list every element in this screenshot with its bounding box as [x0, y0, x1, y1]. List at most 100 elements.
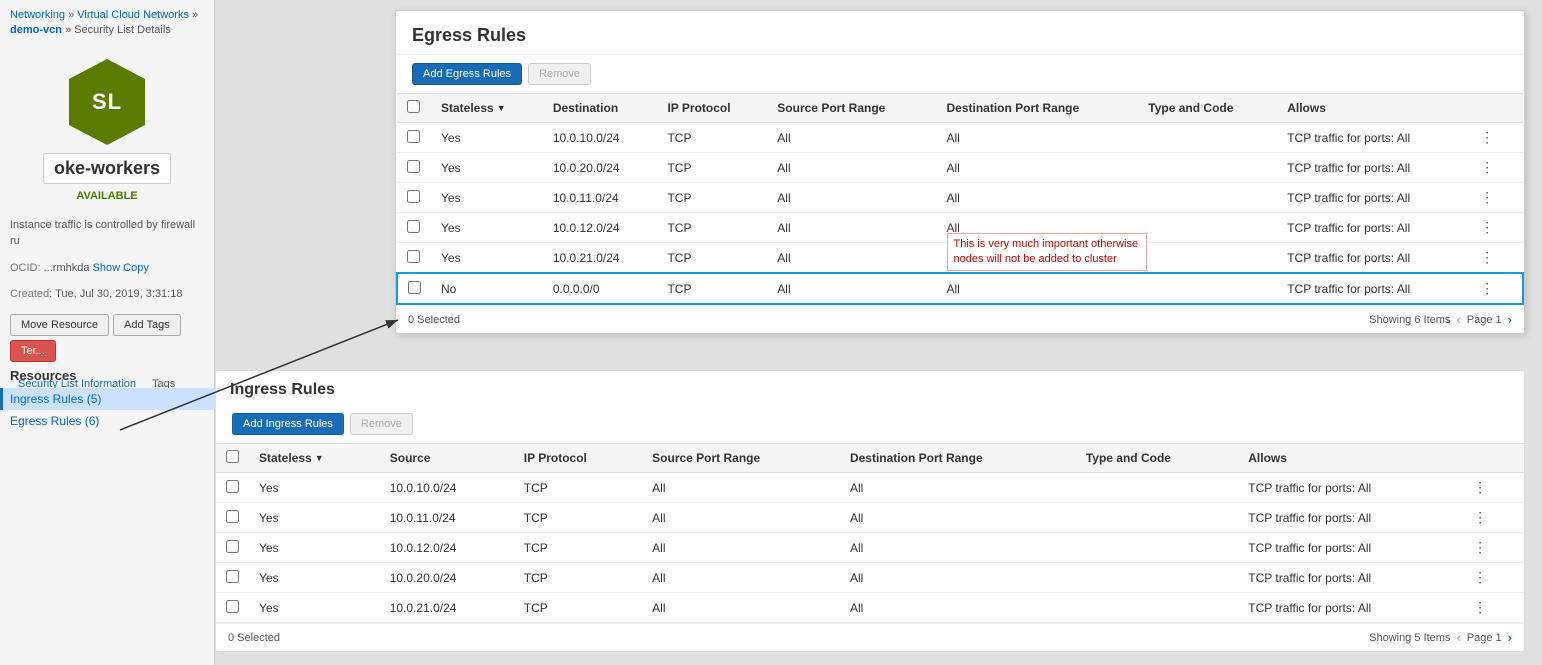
row-source-port-range: All [767, 213, 936, 243]
row-checkbox-cell [397, 213, 431, 243]
move-resource-button[interactable]: Move Resource [10, 314, 109, 336]
row-source-port-range: All [642, 533, 840, 563]
row-stateless: Yes [249, 473, 380, 503]
row-destination: 10.0.20.0/24 [543, 153, 658, 183]
ocid-copy-link[interactable]: Copy [123, 262, 149, 274]
ingress-remove-button[interactable]: Remove [350, 413, 413, 435]
row-kebab-menu[interactable]: ⋮ [1459, 563, 1524, 593]
row-stateless: No [431, 273, 543, 304]
row-checkbox-cell [397, 243, 431, 274]
row-checkbox[interactable] [226, 600, 239, 613]
ingress-col-stateless[interactable]: Stateless ▼ [249, 444, 380, 473]
row-type-code [1138, 123, 1277, 153]
row-ip-protocol: TCP [657, 183, 767, 213]
row-source-port-range: All [642, 563, 840, 593]
row-source-port-range: All [642, 593, 840, 623]
ingress-section-title: Ingress Rules [216, 371, 1524, 405]
row-stateless: Yes [431, 153, 543, 183]
annotation-box: This is very much important otherwise no… [947, 233, 1147, 272]
row-ip-protocol: TCP [514, 503, 642, 533]
row-dest-port-range: All [937, 273, 1139, 304]
egress-showing: Showing 6 Items [1369, 314, 1450, 326]
ingress-prev-page[interactable]: ‹ [1456, 630, 1460, 645]
egress-next-page[interactable]: › [1508, 312, 1512, 327]
ingress-select-all-checkbox[interactable] [226, 450, 239, 463]
created-section: Created: Tue, Jul 30, 2019, 3:31:18 [0, 281, 214, 308]
ingress-table-row: Yes 10.0.12.0/24 TCP All All TCP traffic… [216, 533, 1524, 563]
egress-panel: Egress Rules Add Egress Rules Remove Sta… [395, 10, 1525, 334]
ingress-col-source-port-range: Source Port Range [642, 444, 840, 473]
row-checkbox[interactable] [408, 281, 421, 294]
row-type-code [1076, 533, 1238, 563]
row-source-port-range: All [767, 183, 936, 213]
row-checkbox[interactable] [226, 480, 239, 493]
row-source-port-range: All [642, 473, 840, 503]
row-checkbox[interactable] [226, 540, 239, 553]
ingress-rules-link[interactable]: Ingress Rules (5) [0, 388, 215, 410]
row-kebab-menu[interactable]: ⋮ [1466, 123, 1523, 153]
ingress-table-row: Yes 10.0.20.0/24 TCP All All TCP traffic… [216, 563, 1524, 593]
ocid-show-link[interactable]: Show [93, 262, 121, 274]
row-checkbox[interactable] [407, 160, 420, 173]
row-dest-port-range: All [840, 593, 1076, 623]
egress-table-row: Yes 10.0.12.0/24 TCP All All This is ver… [397, 213, 1523, 243]
row-source-port-range: All [767, 243, 936, 274]
row-checkbox[interactable] [407, 220, 420, 233]
egress-prev-page[interactable]: ‹ [1456, 312, 1460, 327]
row-checkbox[interactable] [407, 190, 420, 203]
row-ip-protocol: TCP [514, 473, 642, 503]
breadcrumb-networking[interactable]: Networking [10, 9, 65, 21]
ingress-col-source: Source [380, 444, 514, 473]
add-ingress-rules-button[interactable]: Add Ingress Rules [232, 413, 344, 435]
row-type-code [1138, 273, 1277, 304]
breadcrumb-vcn[interactable]: Virtual Cloud Networks [77, 9, 189, 21]
row-checkbox[interactable] [407, 130, 420, 143]
row-type-code [1076, 563, 1238, 593]
row-dest-port-range: All [937, 153, 1139, 183]
row-kebab-menu[interactable]: ⋮ [1459, 533, 1524, 563]
egress-select-all-checkbox[interactable] [407, 100, 420, 113]
row-checkbox-cell [216, 533, 249, 563]
row-kebab-menu[interactable]: ⋮ [1459, 593, 1524, 623]
ingress-col-allows: Allows [1238, 444, 1459, 473]
row-kebab-menu[interactable]: ⋮ [1466, 153, 1523, 183]
egress-col-stateless[interactable]: Stateless ▼ [431, 94, 543, 123]
egress-page-label: Page 1 [1467, 314, 1502, 326]
row-allows: TCP traffic for ports: All [1238, 503, 1459, 533]
row-kebab-menu[interactable]: ⋮ [1466, 213, 1523, 243]
add-tags-button[interactable]: Add Tags [113, 314, 181, 336]
ingress-next-page[interactable]: › [1508, 630, 1512, 645]
row-stateless: Yes [431, 123, 543, 153]
ingress-selected-count: 0 Selected [228, 632, 280, 644]
row-kebab-menu[interactable]: ⋮ [1466, 273, 1523, 304]
row-checkbox[interactable] [226, 570, 239, 583]
row-ip-protocol: TCP [657, 123, 767, 153]
row-kebab-menu[interactable]: ⋮ [1466, 243, 1523, 274]
row-stateless: Yes [249, 593, 380, 623]
row-kebab-menu[interactable]: ⋮ [1459, 503, 1524, 533]
row-ip-protocol: TCP [657, 213, 767, 243]
row-checkbox[interactable] [407, 250, 420, 263]
resource-name: oke-workers [43, 153, 171, 184]
breadcrumb-demo-vcn[interactable]: demo-vcn [10, 24, 62, 36]
add-egress-rules-button[interactable]: Add Egress Rules [412, 63, 522, 85]
action-buttons: Move Resource Add Tags Ter... [0, 308, 214, 368]
row-type-code [1138, 153, 1277, 183]
resource-icon-container: SL oke-workers AVAILABLE [0, 47, 214, 212]
terminate-button[interactable]: Ter... [10, 340, 56, 362]
egress-rules-link[interactable]: Egress Rules (6) [0, 410, 215, 432]
ingress-pagination: Showing 5 Items ‹ Page 1 › [1369, 630, 1512, 645]
ingress-table-row: Yes 10.0.21.0/24 TCP All All TCP traffic… [216, 593, 1524, 623]
row-kebab-menu[interactable]: ⋮ [1459, 473, 1524, 503]
row-type-code [1076, 593, 1238, 623]
row-kebab-menu[interactable]: ⋮ [1466, 183, 1523, 213]
ingress-col-ip-protocol: IP Protocol [514, 444, 642, 473]
row-destination: 0.0.0.0/0 [543, 273, 658, 304]
row-ip-protocol: TCP [514, 593, 642, 623]
egress-selected-count: 0 Selected [408, 314, 460, 326]
row-checkbox[interactable] [226, 510, 239, 523]
egress-remove-button[interactable]: Remove [528, 63, 591, 85]
egress-table-row: No 0.0.0.0/0 TCP All All TCP traffic for… [397, 273, 1523, 304]
row-destination: 10.0.12.0/24 [543, 213, 658, 243]
row-ip-protocol: TCP [514, 563, 642, 593]
